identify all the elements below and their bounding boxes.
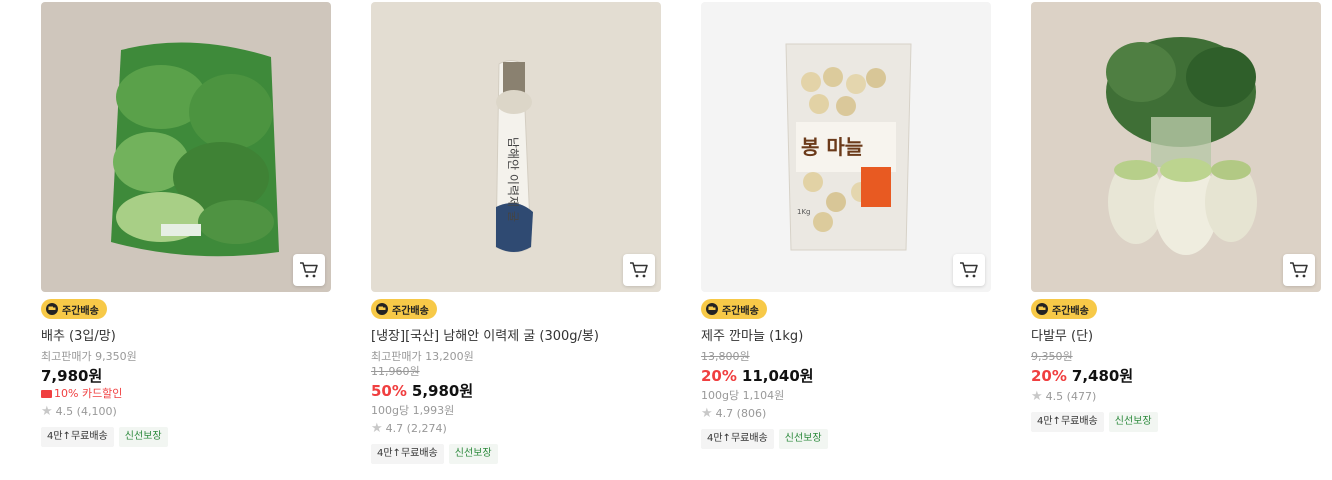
cart-icon: [960, 262, 978, 278]
tag-list: 4만↑무료배송 신선보장: [701, 429, 991, 449]
weekly-delivery-badge: 주간배송: [371, 299, 437, 319]
star-icon: ★: [1031, 389, 1043, 404]
sale-price: 7,480원: [1071, 367, 1134, 385]
add-to-cart-button[interactable]: [1283, 254, 1315, 286]
rating-value: 4.5: [55, 405, 74, 418]
product-name[interactable]: 제주 깐마늘 (1kg): [701, 328, 991, 346]
cabbage-image: [41, 2, 331, 292]
product-card[interactable]: 봉 마늘 1Kg 주간배송 제주 깐마늘 (1kg) 13,800원 20% 11…: [701, 2, 991, 449]
oyster-image: 남해안 이력제 굴: [371, 2, 661, 292]
badge-label: 주간배송: [722, 305, 759, 317]
fresh-guarantee-tag: 신선보장: [118, 427, 168, 447]
review-count: (806): [736, 407, 767, 420]
fresh-guarantee-tag: 신선보장: [1108, 412, 1158, 432]
product-image[interactable]: [1031, 2, 1321, 292]
sale-price: 11,040원: [741, 367, 814, 385]
fresh-guarantee-tag: 신선보장: [448, 444, 498, 464]
unit-price: 100g당 1,993원: [371, 404, 455, 417]
price-row: 7,980원: [41, 366, 331, 386]
add-to-cart-button[interactable]: [293, 254, 325, 286]
truck-icon: [375, 303, 389, 315]
rating-value: 4.7: [385, 422, 404, 435]
price-row: 50% 5,980원: [371, 381, 661, 401]
product-image[interactable]: 봉 마늘 1Kg: [701, 2, 991, 292]
free-shipping-tag: 4만↑무료배송: [41, 427, 114, 447]
package-weight: 1Kg: [797, 208, 811, 216]
weekly-delivery-badge: 주간배송: [701, 299, 767, 319]
product-image[interactable]: 남해안 이력제 굴: [371, 2, 661, 292]
free-shipping-tag: 4만↑무료배송: [371, 444, 444, 464]
tag-list: 4만↑무료배송 신선보장: [41, 427, 331, 447]
review-count: (477): [1066, 390, 1097, 403]
truck-icon: [705, 303, 719, 315]
cart-icon: [1290, 262, 1308, 278]
reference-price: 최고판매가 9,350원: [41, 350, 137, 363]
credit-card-icon: [41, 389, 52, 398]
add-to-cart-button[interactable]: [953, 254, 985, 286]
product-card[interactable]: 주간배송 배추 (3입/망) 최고판매가 9,350원 7,980원 10% 카…: [41, 2, 331, 447]
rating: ★ 4.7 (806): [701, 406, 991, 421]
product-name[interactable]: 다발무 (단): [1031, 328, 1321, 346]
cart-icon: [300, 262, 318, 278]
product-card[interactable]: 남해안 이력제 굴 주간배송 [냉장][국산] 남해안 이력제 굴 (300g/…: [371, 2, 661, 464]
original-price: 11,960원: [371, 365, 420, 378]
truck-icon: [45, 303, 59, 315]
rating: ★ 4.7 (2,274): [371, 421, 661, 436]
product-image[interactable]: [41, 2, 331, 292]
package-label: 봉 마늘: [801, 135, 863, 159]
badge-label: 주간배송: [392, 305, 429, 317]
cart-icon: [630, 262, 648, 278]
discount-rate: 20%: [1031, 367, 1067, 385]
product-name[interactable]: 배추 (3입/망): [41, 328, 331, 346]
free-shipping-tag: 4만↑무료배송: [701, 429, 774, 449]
weekly-delivery-badge: 주간배송: [1031, 299, 1097, 319]
truck-icon: [1035, 303, 1049, 315]
radish-image: [1031, 2, 1321, 292]
fresh-guarantee-tag: 신선보장: [778, 429, 828, 449]
card-discount-label: 10% 카드할인: [54, 387, 123, 400]
rating-value: 4.5: [1045, 390, 1064, 403]
original-price: 13,800원: [701, 350, 750, 363]
discount-rate: 20%: [701, 367, 737, 385]
badge-label: 주간배송: [62, 305, 99, 317]
original-price: 9,350원: [1031, 350, 1073, 363]
product-name[interactable]: [냉장][국산] 남해안 이력제 굴 (300g/봉): [371, 328, 661, 346]
star-icon: ★: [701, 406, 713, 421]
star-icon: ★: [41, 404, 53, 419]
badge-label: 주간배송: [1052, 305, 1089, 317]
review-count: (4,100): [76, 405, 117, 418]
reference-price: 최고판매가 13,200원: [371, 350, 474, 363]
price-row: 20% 7,480원: [1031, 366, 1321, 386]
weekly-delivery-badge: 주간배송: [41, 299, 107, 319]
garlic-image: 봉 마늘 1Kg: [701, 2, 991, 292]
card-discount: 10% 카드할인: [41, 386, 331, 401]
unit-price: 100g당 1,104원: [701, 389, 785, 402]
tag-list: 4만↑무료배송 신선보장: [1031, 412, 1321, 432]
rating: ★ 4.5 (477): [1031, 389, 1321, 404]
discount-rate: 50%: [371, 382, 407, 400]
rating-value: 4.7: [715, 407, 734, 420]
star-icon: ★: [371, 421, 383, 436]
product-card[interactable]: 주간배송 다발무 (단) 9,350원 20% 7,480원 ★ 4.5 (477…: [1031, 2, 1321, 432]
rating: ★ 4.5 (4,100): [41, 404, 331, 419]
review-count: (2,274): [406, 422, 447, 435]
price-row: 20% 11,040원: [701, 366, 991, 386]
free-shipping-tag: 4만↑무료배송: [1031, 412, 1104, 432]
tag-list: 4만↑무료배송 신선보장: [371, 444, 661, 464]
add-to-cart-button[interactable]: [623, 254, 655, 286]
sale-price: 7,980원: [41, 367, 103, 385]
sale-price: 5,980원: [411, 382, 474, 400]
package-label: 남해안 이력제 굴: [506, 137, 520, 222]
